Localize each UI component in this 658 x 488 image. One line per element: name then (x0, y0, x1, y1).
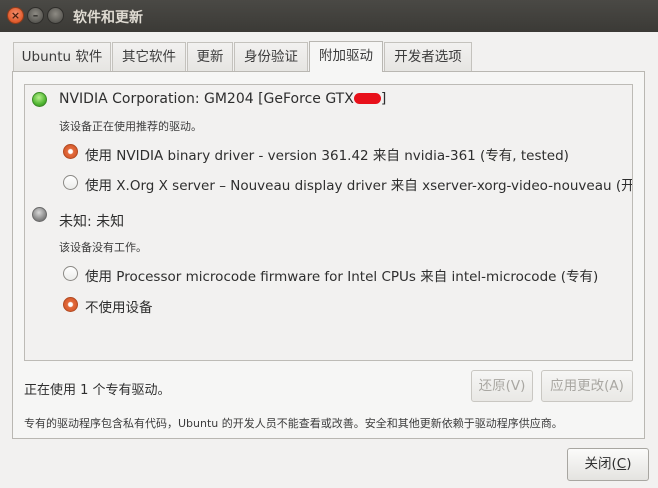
device-name-text: NVIDIA Corporation: GM204 [GeForce GTX (59, 91, 354, 107)
device-name-suffix: ] (380, 91, 387, 107)
apply-changes-button[interactable]: 应用更改(A) (541, 370, 633, 402)
option-label-nvidia-driver[interactable]: 使用 NVIDIA binary driver - version 361.42… (85, 144, 569, 164)
tab-updates[interactable]: 更新 (187, 42, 233, 71)
proprietary-driver-status: 正在使用 1 个专有驱动。 (24, 383, 171, 398)
option-label-intel-microcode[interactable]: 使用 Processor microcode firmware for Inte… (85, 265, 598, 285)
tab-ubuntu-software[interactable]: Ubuntu 软件 (13, 42, 111, 71)
revert-button[interactable]: 还原(V) (471, 370, 533, 402)
tab-authentication[interactable]: 身份验证 (234, 42, 308, 71)
option-label-nouveau-driver[interactable]: 使用 X.Org X server – Nouveau display driv… (85, 174, 632, 194)
close-label-prefix: 关闭( (584, 456, 617, 472)
window-close-button[interactable]: × (7, 7, 24, 24)
close-mnemonic: C (616, 456, 627, 472)
option-label-do-not-use-device[interactable]: 不使用设备 (85, 296, 153, 316)
device-name-unknown: 未知: 未知 (59, 214, 125, 230)
window-maximize-button[interactable] (47, 7, 64, 24)
tab-additional-drivers[interactable]: 附加驱动 (309, 41, 383, 72)
window-minimize-button[interactable]: – (27, 7, 44, 24)
status-unknown-icon (32, 207, 47, 222)
radio-do-not-use-device[interactable] (63, 297, 78, 312)
driver-list: NVIDIA Corporation: GM204 [GeForce GTX] … (24, 84, 633, 361)
window-title: 软件和更新 (73, 10, 143, 26)
close-button[interactable]: 关闭(C) (567, 448, 649, 481)
tab-other-software[interactable]: 其它软件 (112, 42, 186, 71)
proprietary-driver-note: 专有的驱动程序包含私有代码，Ubuntu 的开发人员不能查看或改善。安全和其他更… (24, 417, 563, 430)
radio-nvidia-driver[interactable] (63, 144, 78, 159)
status-ok-icon (32, 92, 47, 107)
device-status-text: 该设备正在使用推荐的驱动。 (59, 120, 202, 133)
redaction-mark (353, 92, 381, 104)
radio-intel-microcode[interactable] (63, 266, 78, 281)
device-status-text: 该设备没有工作。 (59, 241, 147, 254)
close-label-suffix: ) (626, 456, 632, 472)
title-bar[interactable]: × – 软件和更新 (0, 0, 658, 32)
radio-nouveau-driver[interactable] (63, 175, 78, 190)
tab-developer-options[interactable]: 开发者选项 (384, 42, 472, 71)
device-name-nvidia: NVIDIA Corporation: GM204 [GeForce GTX] (59, 91, 386, 107)
